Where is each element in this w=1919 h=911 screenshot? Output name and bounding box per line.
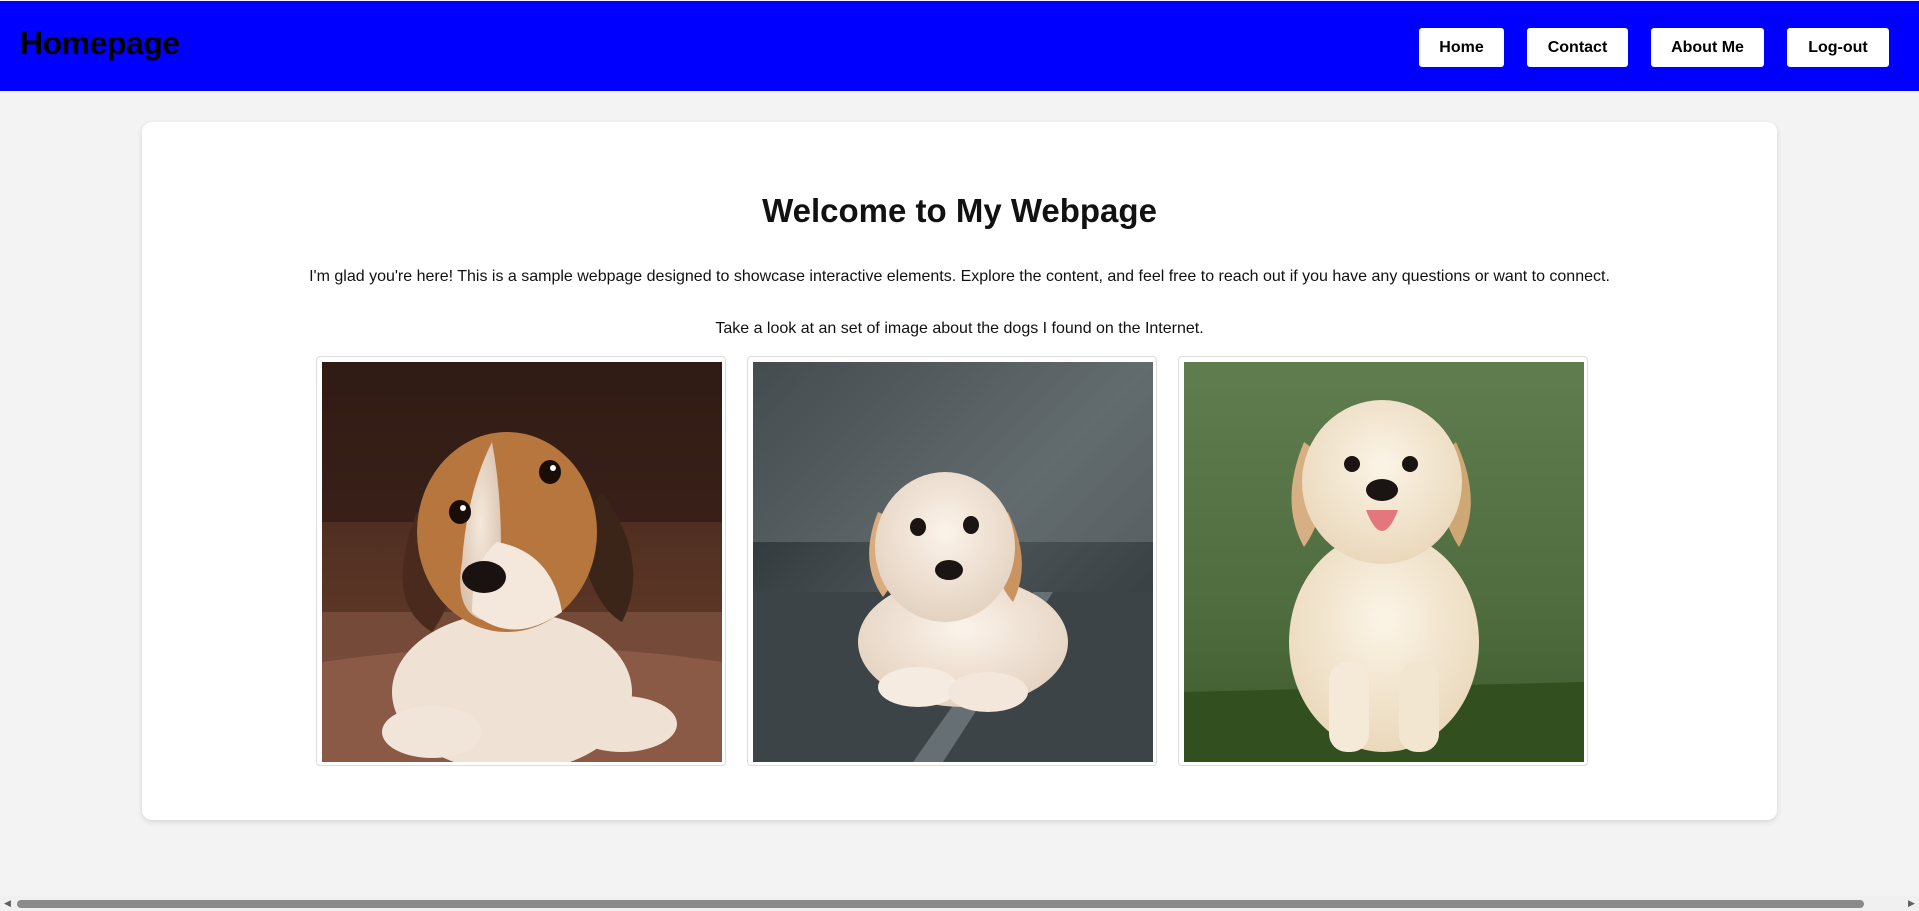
dog-photo-2 bbox=[747, 356, 1157, 766]
nav-logout-button[interactable]: Log-out bbox=[1787, 28, 1889, 67]
beagle-puppy-image bbox=[322, 362, 722, 762]
dog-photo-3 bbox=[1178, 356, 1588, 766]
gallery-caption: Take a look at an set of image about the… bbox=[715, 320, 1204, 337]
nav-home-button[interactable]: Home bbox=[1419, 28, 1504, 67]
nav-about-me-button[interactable]: About Me bbox=[1651, 28, 1764, 67]
dog-photo-1 bbox=[316, 356, 726, 766]
golden-retriever-puppy-lying-image bbox=[753, 362, 1153, 762]
golden-retriever-puppy-sitting-image bbox=[1184, 362, 1584, 762]
intro-paragraph: I'm glad you're here! This is a sample w… bbox=[309, 268, 1610, 285]
scroll-right-arrow-icon[interactable]: ▶ bbox=[1904, 896, 1919, 911]
scroll-left-arrow-icon[interactable]: ◀ bbox=[0, 896, 15, 911]
scrollbar-thumb[interactable] bbox=[17, 900, 1864, 908]
nav-contact-button[interactable]: Contact bbox=[1527, 28, 1628, 67]
horizontal-scrollbar[interactable]: ◀ ▶ bbox=[0, 896, 1919, 911]
page-heading: Welcome to My Webpage bbox=[762, 192, 1157, 229]
top-navigation-bar: Homepage Home Contact About Me Log-out bbox=[0, 1, 1919, 91]
page: Homepage Home Contact About Me Log-out W… bbox=[0, 0, 1919, 911]
site-title: Homepage bbox=[20, 25, 180, 61]
